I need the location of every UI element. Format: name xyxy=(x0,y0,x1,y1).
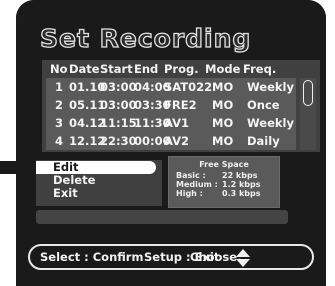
row-prog: AV1 xyxy=(164,116,190,130)
row-start: 03:00 xyxy=(100,80,137,94)
menu-item-exit[interactable]: Exit xyxy=(53,187,78,200)
row-no: 2 xyxy=(55,98,64,112)
row-freq: Weekly xyxy=(247,80,294,94)
row-no: 3 xyxy=(55,116,64,130)
free-space-panel: Free Space Basic : 22 kbps Medium : 1.2 kb… xyxy=(168,156,280,208)
page-title: Set Recording xyxy=(39,23,252,53)
row-no: 4 xyxy=(55,134,64,148)
free-space-row-medium: Medium : 1.2 kbps xyxy=(176,180,261,189)
free-space-title: Free Space xyxy=(199,160,249,169)
row-start: 03:00 xyxy=(100,98,137,112)
list-header: No Date Start End Prog. Mode Freq. xyxy=(42,60,320,78)
info-bar xyxy=(36,210,288,224)
header-mode: Mode xyxy=(205,62,241,76)
table-row[interactable]: 4 12.12 22:30 00:00 AV2 MO Daily xyxy=(46,133,296,150)
free-space-label: Basic : xyxy=(176,171,206,180)
row-freq: Once xyxy=(247,98,280,112)
recording-list-panel: No Date Start End Prog. Mode Freq. 1 01.… xyxy=(42,60,320,152)
header-start: Start xyxy=(100,62,133,76)
row-prog: AV2 xyxy=(164,134,190,148)
free-space-value: 1.2 kbps xyxy=(222,180,261,189)
row-freq: Weekly xyxy=(247,116,294,130)
table-row[interactable]: 3 04.12 11:15 11:30 AV1 MO Weekly xyxy=(46,115,296,132)
row-freq: Daily xyxy=(247,134,280,148)
header-date: Date xyxy=(69,62,100,76)
table-row[interactable]: 1 01.10 03:00 04:00 SAT022 MO Weekly xyxy=(46,79,296,96)
recording-rows: 1 01.10 03:00 04:00 SAT022 MO Weekly 2 0… xyxy=(46,78,296,150)
up-down-arrows-icon xyxy=(236,249,250,267)
table-row[interactable]: 2 05.11 03:00 03:30 FRE2 MO Once xyxy=(46,97,296,114)
row-no: 1 xyxy=(55,80,64,94)
header-prog: Prog. xyxy=(164,62,199,76)
menu-pointer xyxy=(0,161,36,174)
free-space-value: 22 kbps xyxy=(222,171,258,180)
help-bar: Select : Confirm Setup : Exit Choose: xyxy=(28,244,314,270)
help-select: Select : Confirm xyxy=(40,250,144,264)
free-space-label: High : xyxy=(176,189,203,198)
header-no: No xyxy=(50,62,68,76)
free-space-value: 0.3 kbps xyxy=(222,189,261,198)
scrollbar-thumb[interactable] xyxy=(303,80,313,106)
row-mode: MO xyxy=(212,80,234,94)
row-mode: MO xyxy=(212,98,234,112)
row-start: 11:15 xyxy=(100,116,137,130)
row-start: 22:30 xyxy=(100,134,137,148)
row-prog: SAT022 xyxy=(164,80,213,94)
header-freq: Freq. xyxy=(243,62,277,76)
row-prog: FRE2 xyxy=(164,98,197,112)
header-end: End xyxy=(134,62,159,76)
row-mode: MO xyxy=(212,116,234,130)
free-space-label: Medium : xyxy=(176,180,218,189)
free-space-row-basic: Basic : 22 kbps xyxy=(176,171,257,180)
row-mode: MO xyxy=(212,134,234,148)
list-scrollbar[interactable] xyxy=(300,78,316,150)
help-choose: Choose: xyxy=(190,250,242,264)
free-space-row-high: High : 0.3 kbps xyxy=(176,189,261,198)
